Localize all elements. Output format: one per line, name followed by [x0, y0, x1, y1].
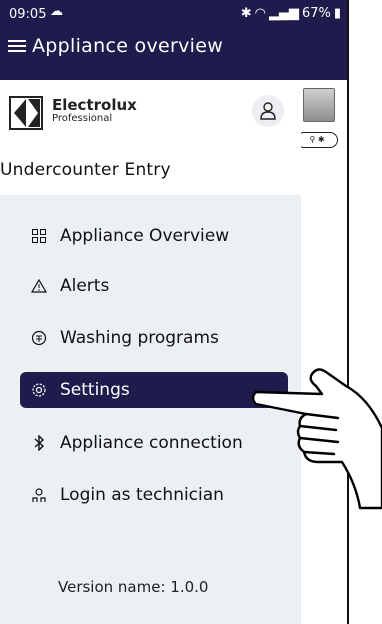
appliance-name: Undercounter Entry	[0, 160, 171, 180]
appliance-image	[303, 88, 335, 122]
phone-screen: 09:05 ☁ ✱ ◠ ▂▄▆ 67% ▮ Appliance overview…	[0, 0, 349, 624]
cloud-icon: ☁	[50, 4, 63, 19]
drawer-item-alerts[interactable]: Alerts	[20, 268, 288, 304]
drawer-item-label: Appliance connection	[60, 433, 243, 453]
battery-text: 67%	[301, 6, 331, 21]
drawer-item-label: Login as technician	[60, 485, 224, 505]
signal-icon: ▂▄▆	[268, 6, 299, 21]
program-icon	[28, 327, 50, 349]
drawer-item-label: Appliance Overview	[60, 226, 230, 246]
gear-icon	[28, 379, 50, 401]
page-title: Appliance overview	[32, 35, 224, 57]
technician-icon	[28, 484, 50, 506]
version-text: Version name: 1.0.0	[58, 578, 209, 596]
brand-subtitle: Professional	[52, 113, 113, 124]
connection-chip: ⚲ ✱	[296, 132, 338, 148]
drawer-header: Electrolux Professional Undercounter Ent…	[0, 80, 301, 195]
navigation-drawer: Electrolux Professional Undercounter Ent…	[0, 80, 301, 624]
menu-icon[interactable]	[8, 37, 26, 55]
warning-icon	[28, 275, 50, 297]
drawer-item-washing-programs[interactable]: Washing programs	[20, 320, 288, 356]
grid-icon	[28, 225, 50, 247]
user-icon[interactable]	[252, 95, 284, 127]
drawer-item-label: Settings	[60, 380, 130, 400]
bluetooth-icon	[28, 432, 50, 454]
pointing-hand-icon	[251, 368, 382, 510]
status-right: ✱ ◠ ▂▄▆ 67% ▮	[241, 6, 341, 21]
drawer-item-label: Washing programs	[60, 328, 219, 348]
status-bar: 09:05 ☁ ✱ ◠ ▂▄▆ 67% ▮	[0, 0, 347, 28]
wifi-icon: ◠	[254, 6, 266, 21]
brand-name: Electrolux	[52, 96, 137, 114]
drawer-item-appliance-overview[interactable]: Appliance Overview	[20, 218, 288, 254]
app-bar: Appliance overview	[0, 28, 347, 74]
battery-icon: ▮	[333, 6, 341, 21]
electrolux-logo-icon	[9, 96, 43, 130]
drawer-item-label: Alerts	[60, 276, 110, 296]
bluetooth-status-icon: ✱	[240, 6, 252, 21]
status-time: 09:05	[9, 7, 47, 22]
